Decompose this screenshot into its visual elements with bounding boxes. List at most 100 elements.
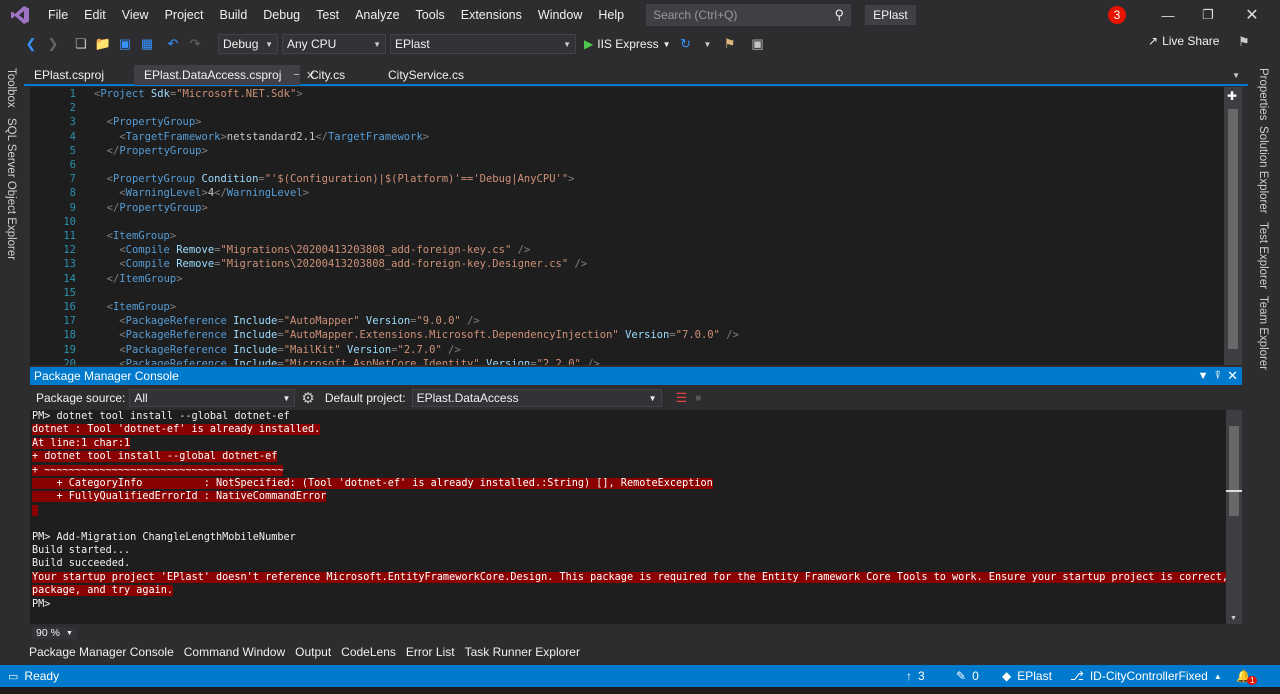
chevron-down-icon[interactable]: ▼ bbox=[697, 33, 719, 55]
tab-package-manager-console[interactable]: Package Manager Console bbox=[24, 645, 179, 659]
screenshot-icon[interactable]: ▣ bbox=[747, 33, 769, 55]
toolbox-tab[interactable]: Toolbox bbox=[5, 68, 17, 108]
tab-command-window[interactable]: Command Window bbox=[179, 645, 290, 659]
menu-view[interactable]: View bbox=[114, 0, 157, 30]
console-line: Your startup project 'EPlast' doesn't re… bbox=[32, 571, 1226, 584]
new-project-icon[interactable]: ❏ bbox=[70, 33, 92, 55]
pmc-title: Package Manager Console bbox=[34, 369, 179, 383]
console-line: + dotnet tool install --global dotnet-ef bbox=[32, 450, 1226, 463]
save-icon[interactable]: ▣ bbox=[114, 33, 136, 55]
tab-codelens[interactable]: CodeLens bbox=[336, 645, 401, 659]
redo-icon[interactable]: ↷ bbox=[184, 33, 206, 55]
tab-overflow-chevron-icon[interactable]: ▼ bbox=[1232, 71, 1240, 80]
default-project-dropdown[interactable]: EPlast.DataAccess ▼ bbox=[411, 389, 662, 407]
menu-help[interactable]: Help bbox=[590, 0, 632, 30]
properties-tab[interactable]: Properties bbox=[1257, 68, 1269, 120]
console-text: PM> bbox=[32, 598, 51, 610]
pin-icon[interactable]: − bbox=[293, 69, 299, 81]
notifications-badge[interactable]: 3 bbox=[1108, 6, 1126, 24]
platform-dropdown[interactable]: Any CPU ▼ bbox=[282, 34, 386, 54]
search-input[interactable]: Search (Ctrl+Q) ⚲ bbox=[646, 4, 852, 26]
unpushed-commits[interactable]: ↑ 3 bbox=[906, 669, 925, 683]
zoom-value: 90 % bbox=[36, 627, 60, 639]
console-error-text: + ~~~~~~~~~~~~~~~~~~~~~~~~~~~~~~~~~~~~~~… bbox=[32, 464, 284, 476]
menu-tools[interactable]: Tools bbox=[408, 0, 453, 30]
undo-icon[interactable]: ↶ bbox=[162, 33, 184, 55]
line-number: 15 bbox=[63, 286, 76, 299]
close-button[interactable]: ✕ bbox=[1234, 0, 1270, 30]
menu-extensions[interactable]: Extensions bbox=[453, 0, 530, 30]
browser-link-icon[interactable]: ⚑ bbox=[719, 33, 741, 55]
standard-toolbar: ❮ ❯ ❏ 📁 ▣ ▦ ↶ ↷ Debug ▼ Any CPU ▼ EPlast… bbox=[0, 30, 1280, 58]
tab-label: EPlast.csproj bbox=[34, 68, 105, 82]
split-window-icon[interactable]: ✚ bbox=[1227, 89, 1237, 103]
console-line: PM> Add-Migration ChangleLengthMobileNum… bbox=[32, 531, 1226, 544]
tab-cityservice-cs[interactable]: CityService.cs bbox=[378, 65, 488, 85]
stop-command-icon[interactable]: ■ bbox=[695, 393, 701, 404]
menu-test[interactable]: Test bbox=[308, 0, 347, 30]
test-explorer-tab[interactable]: Test Explorer bbox=[1257, 222, 1269, 289]
branch-selector[interactable]: ⎇ ID-CityControllerFixed ▲ bbox=[1070, 669, 1222, 683]
editor-vertical-scrollbar[interactable]: ✚ bbox=[1224, 87, 1242, 365]
start-debugging-button[interactable]: ▶ IIS Express ▼ bbox=[584, 37, 671, 51]
menu-analyze[interactable]: Analyze bbox=[347, 0, 407, 30]
save-all-icon[interactable]: ▦ bbox=[136, 33, 158, 55]
sql-server-object-explorer-tab[interactable]: SQL Server Object Explorer bbox=[5, 118, 17, 260]
minimize-button[interactable]: — bbox=[1150, 0, 1186, 30]
status-bar: ▭ Ready ↑ 3 ✎ 0 ◆ EPlast ⎇ ID-CityContro… bbox=[0, 665, 1280, 687]
close-pmc-icon[interactable]: ✕ bbox=[1227, 368, 1238, 384]
menu-file[interactable]: File bbox=[40, 0, 76, 30]
tab-output[interactable]: Output bbox=[290, 645, 336, 659]
menu-project[interactable]: Project bbox=[157, 0, 212, 30]
auto-hide-pin-icon[interactable]: ⍒ bbox=[1214, 370, 1221, 383]
code-editor[interactable]: 1 2 3 4 5 6 7 8 9 10 11 12 13 14 15 16 1… bbox=[30, 87, 1242, 365]
pending-changes[interactable]: ✎ 0 bbox=[956, 669, 979, 683]
feedback-icon[interactable]: ⚑ bbox=[1238, 34, 1250, 50]
team-explorer-tab[interactable]: Team Explorer bbox=[1257, 296, 1269, 370]
navigate-back-icon[interactable]: ❮ bbox=[20, 33, 42, 55]
live-share-button[interactable]: ↗ Live Share bbox=[1148, 34, 1219, 48]
scrollbar-thumb[interactable] bbox=[1228, 109, 1238, 349]
right-tool-strip: Properties Solution Explorer Test Explor… bbox=[1248, 64, 1280, 664]
pmc-output[interactable]: PM> dotnet tool install --global dotnet-… bbox=[30, 410, 1226, 624]
menu-edit[interactable]: Edit bbox=[76, 0, 114, 30]
pmc-vertical-scrollbar[interactable]: ▼ bbox=[1226, 410, 1242, 624]
configuration-dropdown[interactable]: Debug ▼ bbox=[218, 34, 278, 54]
chevron-down-icon: ▼ bbox=[282, 393, 291, 403]
chevron-down-icon: ▼ bbox=[662, 39, 671, 49]
menu-build[interactable]: Build bbox=[211, 0, 255, 30]
startup-project-dropdown[interactable]: EPlast ▼ bbox=[390, 34, 576, 54]
repository-selector[interactable]: ◆ EPlast bbox=[1002, 669, 1052, 683]
open-file-icon[interactable]: 📁 bbox=[92, 33, 114, 55]
console-text: Build succeeded. bbox=[32, 558, 131, 570]
zoom-dropdown[interactable]: 90 % ▼ bbox=[32, 627, 77, 639]
menu-window[interactable]: Window bbox=[530, 0, 590, 30]
tab-error-list[interactable]: Error List bbox=[401, 645, 460, 659]
code-content[interactable]: <Project Sdk="Microsoft.NET.Sdk"> <Prope… bbox=[94, 87, 739, 365]
tab-eplast-dataaccess-csproj[interactable]: EPlast.DataAccess.csproj − ✕ bbox=[134, 65, 315, 85]
live-share-icon: ↗ bbox=[1148, 34, 1159, 48]
menu-debug[interactable]: Debug bbox=[255, 0, 308, 30]
navigate-forward-icon[interactable]: ❯ bbox=[42, 33, 64, 55]
refresh-icon[interactable]: ↻ bbox=[675, 33, 697, 55]
tab-city-cs[interactable]: City.cs bbox=[300, 65, 378, 85]
console-line: + CategoryInfo : NotSpecified: (Tool 'do… bbox=[32, 477, 1226, 490]
line-number: 11 bbox=[63, 230, 76, 243]
scroll-down-icon[interactable]: ▼ bbox=[1230, 615, 1237, 622]
notifications-button[interactable]: 🔔 1 bbox=[1236, 668, 1258, 685]
line-number-gutter: 1 2 3 4 5 6 7 8 9 10 11 12 13 14 15 16 1… bbox=[30, 87, 76, 365]
repository-icon: ◆ bbox=[1002, 669, 1012, 683]
scrollbar-thumb[interactable] bbox=[1229, 426, 1239, 516]
settings-gear-icon[interactable]: ⚙ bbox=[301, 389, 314, 407]
visual-studio-logo-icon[interactable] bbox=[0, 0, 40, 30]
tab-label: City.cs bbox=[310, 68, 346, 82]
clear-console-icon[interactable]: ☰ bbox=[676, 390, 688, 406]
line-number: 5 bbox=[69, 144, 76, 157]
package-source-dropdown[interactable]: All ▼ bbox=[129, 389, 296, 407]
tab-eplast-csproj[interactable]: EPlast.csproj bbox=[24, 65, 134, 85]
restore-button[interactable]: ❐ bbox=[1190, 0, 1226, 30]
window-position-chevron-icon[interactable]: ▼ bbox=[1198, 370, 1209, 382]
tab-task-runner-explorer[interactable]: Task Runner Explorer bbox=[460, 645, 585, 659]
solution-explorer-tab[interactable]: Solution Explorer bbox=[1257, 126, 1269, 214]
console-line: + ~~~~~~~~~~~~~~~~~~~~~~~~~~~~~~~~~~~~~~… bbox=[32, 464, 1226, 477]
